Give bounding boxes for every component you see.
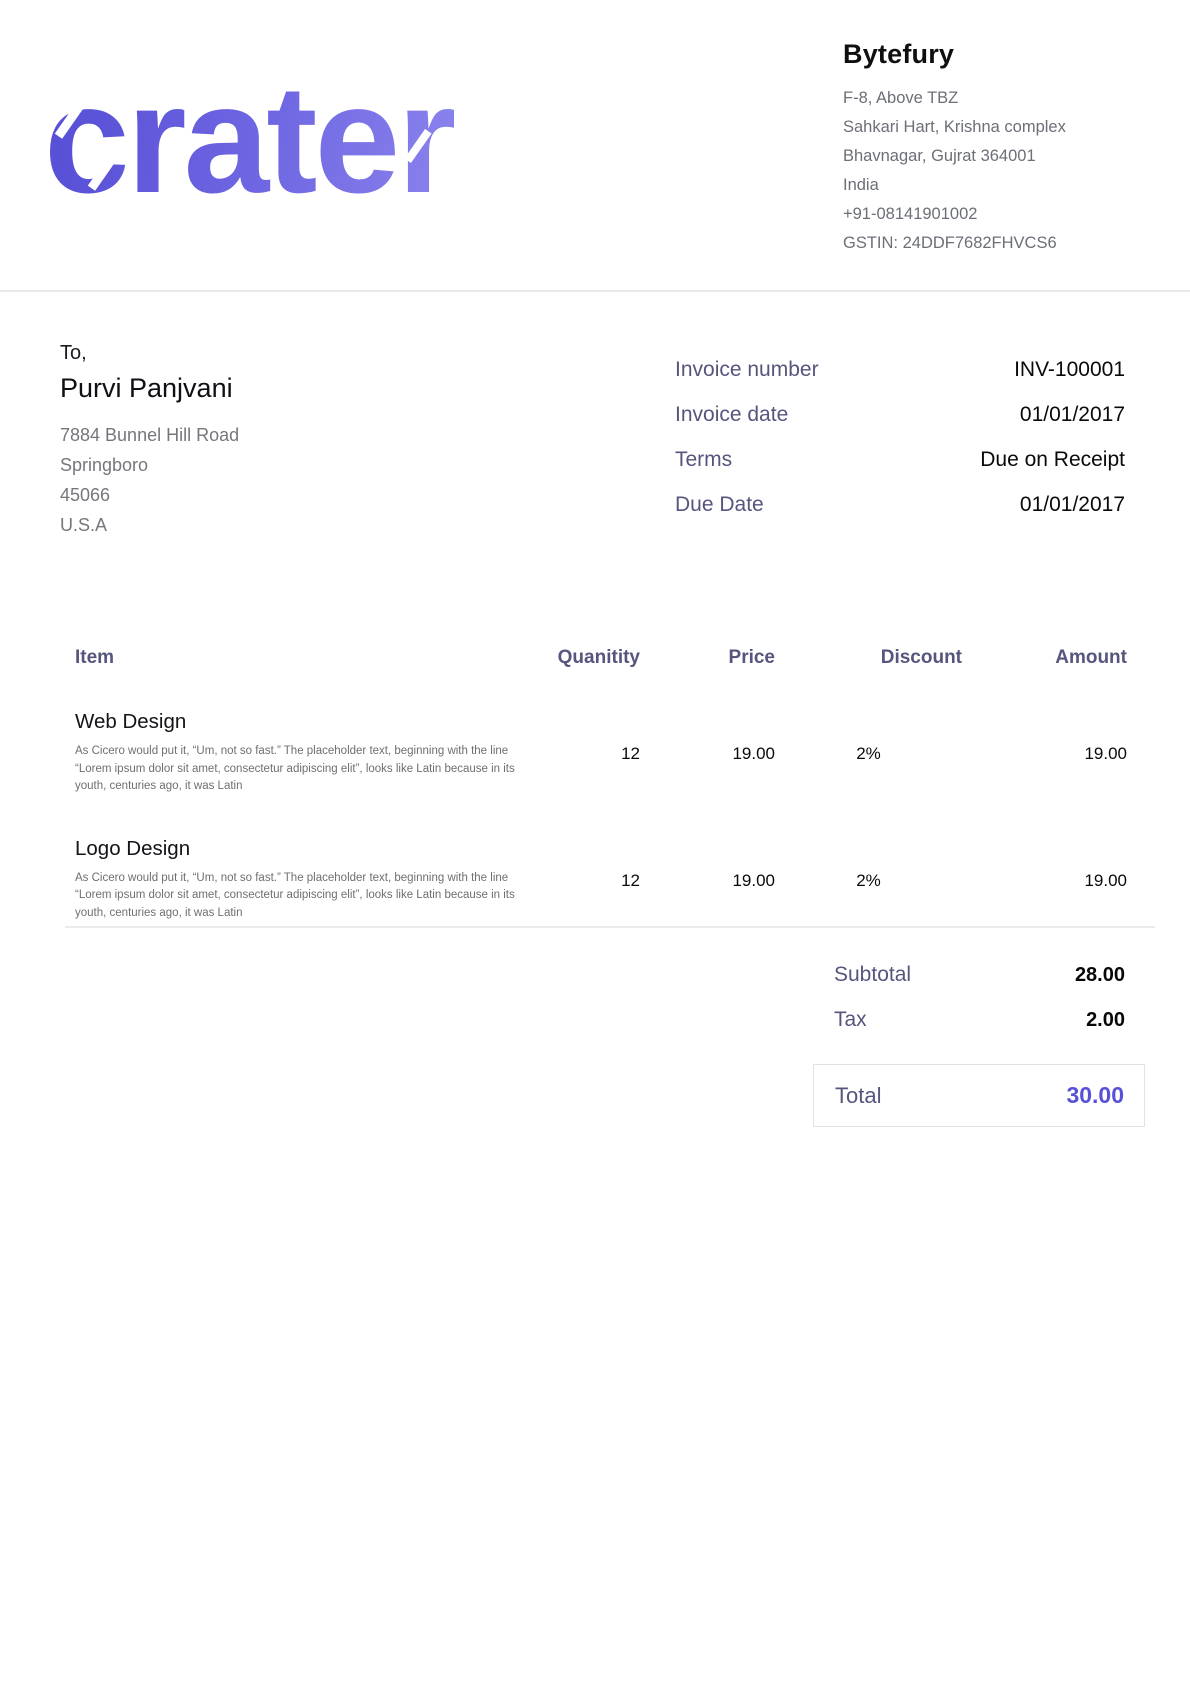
subtotal-row: Subtotal 28.00 [813,960,1145,990]
company-phone: +91-08141901002 [843,200,1066,229]
company-address-line: F-8, Above TBZ [843,84,1066,113]
tax-label: Tax [834,1005,867,1034]
invoice-date-label: Invoice date [675,403,788,427]
total-box: Total 30.00 [813,1064,1145,1127]
customer-address-line: U.S.A [60,510,239,540]
company-gstin: GSTIN: 24DDF7682FHVCS6 [843,229,1066,258]
subtotal-value: 28.00 [1075,961,1125,990]
item-description: As Cicero would put it, “Um, not so fast… [75,743,535,796]
item-name: Web Design [75,707,490,737]
customer-address-line: Springboro [60,450,239,480]
bill-to-label: To, [60,340,239,366]
invoice-number-row: Invoice number INV-100001 [675,358,1125,403]
company-address-line: India [843,171,1066,200]
terms-row: Terms Due on Receipt [675,448,1125,493]
item-quantity: 12 [490,834,640,923]
terms-label: Terms [675,448,732,472]
item-price: 19.00 [640,834,775,923]
item-discount: 2% [775,834,962,923]
due-date-row: Due Date 01/01/2017 [675,493,1125,538]
item-amount: 19.00 [962,834,1127,923]
item-discount: 2% [775,707,962,796]
item-quantity: 12 [490,707,640,796]
company-address-line: Bhavnagar, Gujrat 364001 [843,142,1066,171]
company-address-line: Sahkari Hart, Krishna complex [843,113,1066,142]
due-date-label: Due Date [675,493,764,517]
tax-row: Tax 2.00 [813,1005,1145,1035]
customer-address-line: 7884 Bunnel Hill Road [60,420,239,450]
customer-name: Purvi Panjvani [60,370,239,406]
totals-divider [65,926,1155,928]
terms-value: Due on Receipt [980,448,1125,472]
invoice-number-value: INV-100001 [1014,358,1125,382]
customer-address: 7884 Bunnel Hill Road Springboro 45066 U… [60,420,239,540]
company-address: F-8, Above TBZ Sahkari Hart, Krishna com… [843,84,1066,258]
col-header-discount: Discount [775,645,962,671]
table-row: Web Design As Cicero would put it, “Um, … [75,707,1127,796]
due-date-value: 01/01/2017 [1020,493,1125,517]
company-info: Bytefury F-8, Above TBZ Sahkari Hart, Kr… [843,36,1066,258]
tax-value: 2.00 [1086,1006,1125,1035]
col-header-item: Item [75,645,490,671]
item-amount: 19.00 [962,707,1127,796]
bill-to-section: To, Purvi Panjvani 7884 Bunnel Hill Road… [60,340,239,540]
table-row: Logo Design As Cicero would put it, “Um,… [75,834,1127,923]
col-header-price: Price [640,645,775,671]
col-header-amount: Amount [962,645,1127,671]
invoice-page: crater Bytefury F-8, Above TBZ Sahkari H… [0,0,1190,1684]
total-label: Total [835,1083,881,1109]
total-value: 30.00 [1066,1082,1124,1109]
item-price: 19.00 [640,707,775,796]
invoice-number-label: Invoice number [675,358,819,382]
invoice-date-row: Invoice date 01/01/2017 [675,403,1125,448]
item-description: As Cicero would put it, “Um, not so fast… [75,870,535,923]
items-table-header: Item Quanitity Price Discount Amount [75,645,1127,671]
col-header-quantity: Quanitity [490,645,640,671]
crater-logo: crater [44,62,454,216]
invoice-header: crater Bytefury F-8, Above TBZ Sahkari H… [0,0,1190,292]
item-name: Logo Design [75,834,490,864]
items-table: Item Quanitity Price Discount Amount Web… [75,645,1127,960]
invoice-date-value: 01/01/2017 [1020,403,1125,427]
subtotal-label: Subtotal [834,960,911,989]
company-name: Bytefury [843,36,1066,72]
invoice-meta: Invoice number INV-100001 Invoice date 0… [675,358,1125,538]
customer-address-line: 45066 [60,480,239,510]
